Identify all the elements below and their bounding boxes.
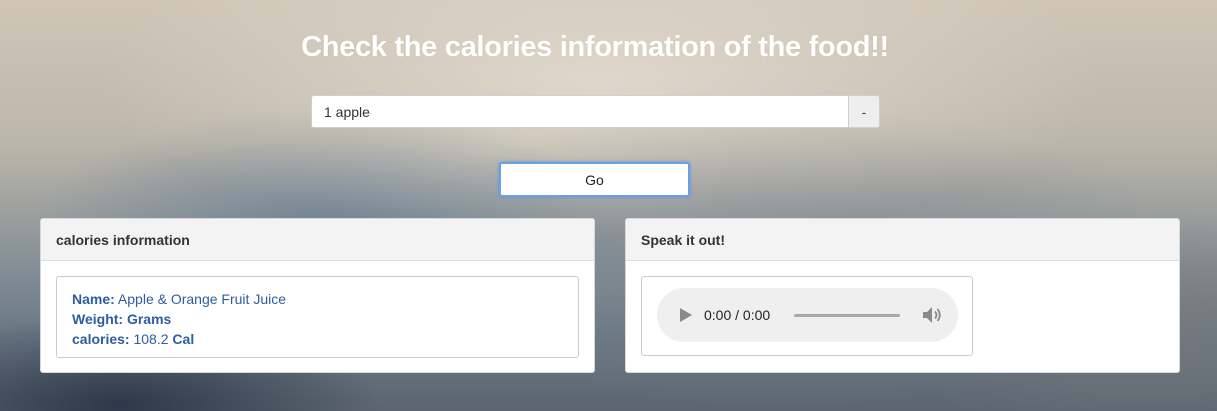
audio-time: 0:00 / 0:00 — [704, 307, 771, 323]
weight-label: Weight: — [72, 311, 124, 327]
name-row: Name: Apple & Orange Fruit Juice — [72, 289, 563, 309]
audio-player[interactable]: 0:00 / 0:00 — [657, 288, 958, 342]
volume-icon[interactable] — [921, 305, 943, 325]
speak-panel-heading: Speak it out! — [626, 219, 1179, 261]
calories-label: calories: — [72, 331, 130, 347]
calories-value: 108.2 — [133, 331, 169, 347]
name-value: Apple & Orange Fruit Juice — [117, 291, 287, 307]
audio-seek-bar[interactable] — [794, 314, 900, 317]
name-label: Name: — [72, 291, 115, 307]
calories-info-well: Name: Apple & Orange Fruit Juice Weight:… — [56, 276, 579, 358]
calories-info-panel: calories information Name: Apple & Orang… — [40, 218, 595, 373]
food-search-group: - — [311, 95, 880, 128]
weight-row: Weight: Grams — [72, 309, 563, 329]
play-icon[interactable] — [679, 307, 693, 323]
calories-unit: Cal — [172, 331, 195, 347]
speak-panel: Speak it out! 0:00 / 0:00 — [625, 218, 1180, 373]
audio-well: 0:00 / 0:00 — [641, 276, 973, 356]
food-input[interactable] — [311, 95, 848, 128]
page-title: Check the calories information of the fo… — [301, 31, 889, 63]
calories-panel-heading: calories information — [41, 219, 594, 261]
weight-value: Grams — [126, 311, 172, 327]
go-button[interactable]: Go — [499, 162, 690, 197]
clear-button[interactable]: - — [848, 95, 880, 128]
calories-row: calories: 108.2 Cal — [72, 329, 563, 349]
